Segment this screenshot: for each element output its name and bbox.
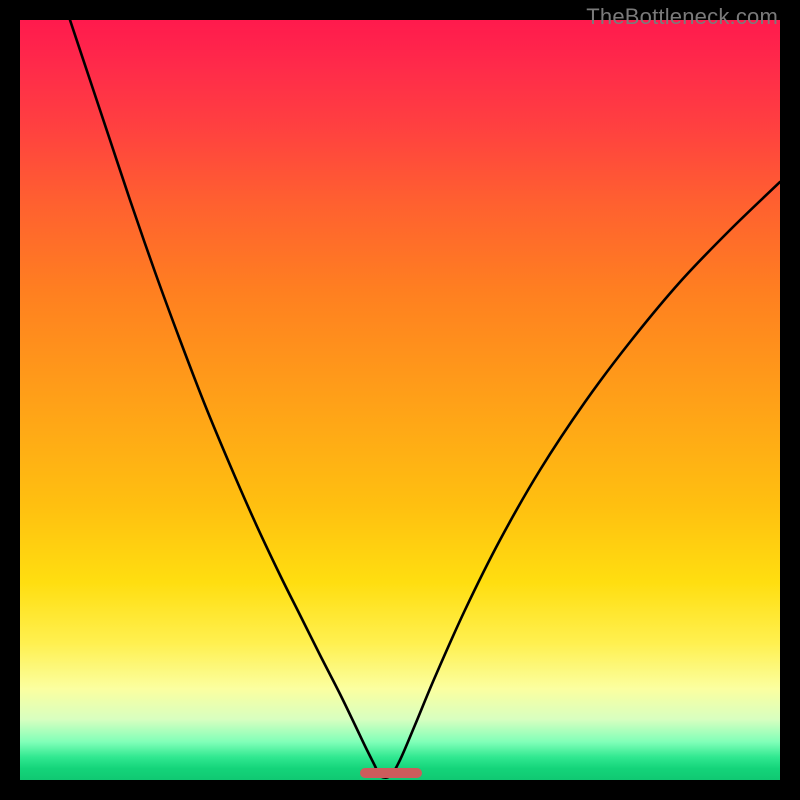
chart-frame: TheBottleneck.com — [0, 0, 800, 800]
curve-layer — [20, 20, 780, 780]
watermark-text: TheBottleneck.com — [586, 4, 778, 30]
baseline-marker — [360, 768, 422, 778]
bottleneck-curve — [70, 20, 780, 778]
plot-area — [20, 20, 780, 780]
